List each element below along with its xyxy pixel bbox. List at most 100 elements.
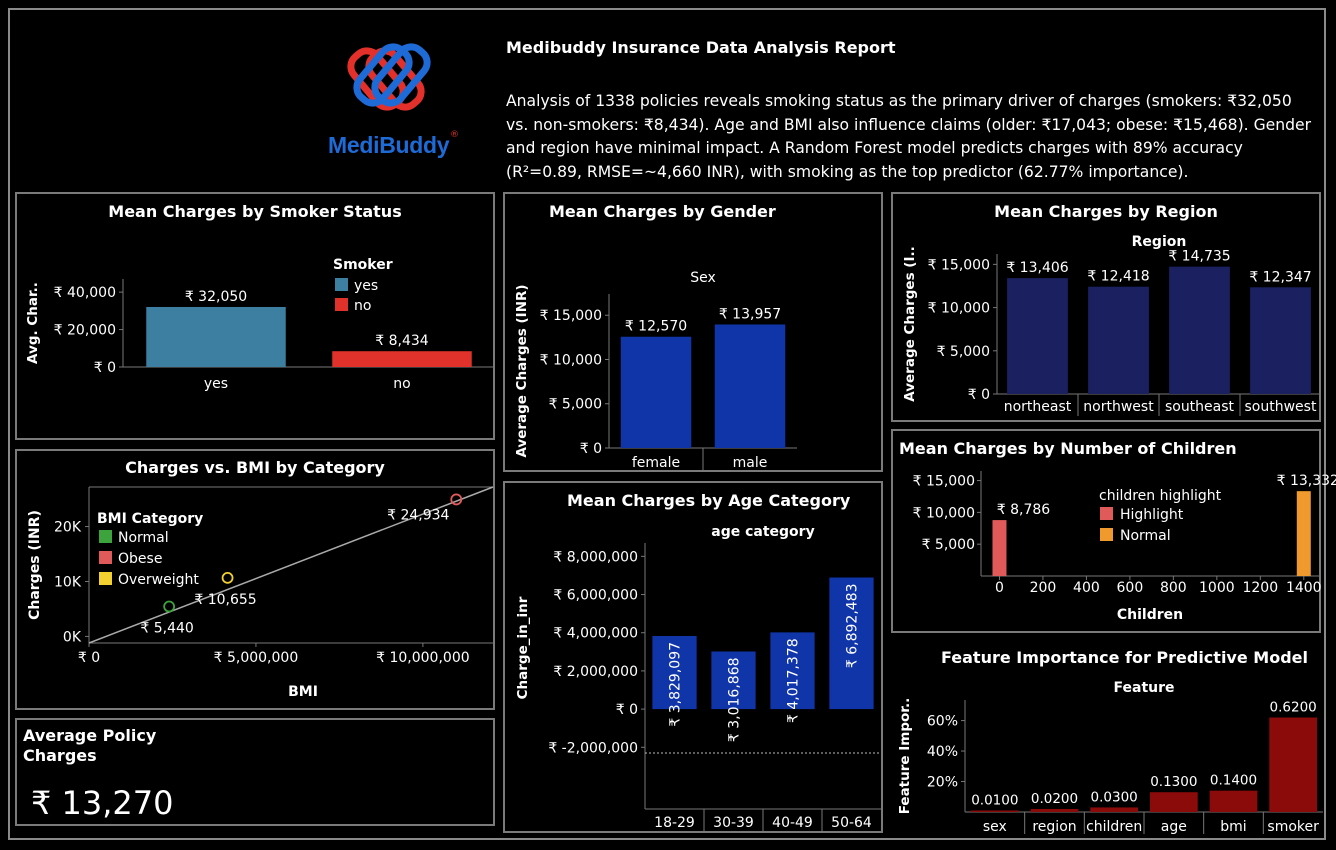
- x-tick-label: smoker: [1267, 819, 1319, 835]
- column-header: Sex: [690, 270, 716, 286]
- bar-sex: [970, 810, 1019, 812]
- legend-swatch-normal: [99, 530, 112, 543]
- legend-label: no: [354, 298, 371, 314]
- x-tick-label: 0: [995, 580, 1004, 596]
- data-label: 0.1300: [1150, 774, 1197, 790]
- bar-northeast: [1007, 278, 1068, 394]
- legend-label: yes: [354, 278, 378, 294]
- panel-gender: Mean Charges by Gender ₹ 0 ₹ 5,000 ₹ 10,00…: [503, 192, 883, 472]
- y-tick-label: ₹ 15,000: [913, 474, 975, 490]
- x-tick-label: ₹ 5,000,000: [214, 650, 299, 666]
- medibuddy-logo: MediBuddy ®: [322, 34, 462, 164]
- legend-title: BMI Category: [97, 511, 203, 527]
- panel-kpi: Average Policy Charges ₹ 13,270: [15, 718, 495, 826]
- y-tick-label: ₹ -2,000,000: [548, 740, 638, 756]
- legend-swatch-no: [335, 298, 348, 311]
- bar-male: [714, 324, 786, 448]
- x-tick-label: ₹ 0: [78, 650, 100, 666]
- x-tick-label: age: [1161, 819, 1187, 835]
- bar-female: [620, 336, 692, 448]
- y-tick-label: ₹ 5,000: [922, 537, 975, 553]
- column-header: age category: [711, 524, 814, 540]
- legend-swatch-highlight: [1100, 507, 1113, 520]
- column-header: Region: [1132, 234, 1187, 250]
- bar-children-1400: [1296, 491, 1311, 576]
- x-tick-label: ₹ 10,000,000: [376, 650, 470, 666]
- y-tick-label: 60%: [927, 714, 958, 730]
- column-header: Feature: [1114, 680, 1175, 696]
- legend-swatch-yes: [335, 278, 348, 291]
- y-tick-label: ₹ 5,000: [549, 397, 602, 413]
- x-tick-label: southwest: [1245, 399, 1317, 415]
- data-label: ₹ 3,829,097: [668, 642, 684, 727]
- data-label: 0.6200: [1270, 700, 1317, 716]
- x-tick-label: 600: [1117, 580, 1144, 596]
- y-tick-label: ₹ 0: [968, 387, 990, 403]
- kpi-value: ₹ 13,270: [31, 784, 174, 822]
- y-tick-label: 10K: [54, 574, 82, 590]
- legend-title: Smoker: [333, 257, 393, 273]
- x-tick-label: 40-49: [772, 815, 813, 831]
- bar-northwest: [1088, 286, 1149, 394]
- point-label: ₹ 10,655: [194, 592, 256, 608]
- y-tick-label: ₹ 6,000,000: [553, 588, 638, 604]
- data-label: ₹ 8,434: [375, 333, 429, 349]
- gender-chart: ₹ 0 ₹ 5,000 ₹ 10,000 ₹ 15,000 female ₹ 12,570…: [514, 270, 797, 471]
- kpi-title: Average Policy Charges: [23, 726, 157, 765]
- x-tick-label: children: [1086, 819, 1142, 835]
- x-tick-label: female: [632, 455, 680, 471]
- y-tick-label: 20%: [927, 775, 958, 791]
- legend-title: children highlight: [1099, 488, 1222, 504]
- legend-label: Obese: [118, 551, 162, 567]
- y-tick-label: ₹ 20,000: [54, 323, 116, 339]
- y-axis-title: Charges (INR): [27, 510, 43, 620]
- data-label: ₹ 4,017,378: [786, 638, 802, 723]
- panel-region: Mean Charges by Region ₹ 0 ₹ 5,000 ₹ 10,00…: [891, 192, 1321, 422]
- data-label: ₹ 8,786: [997, 502, 1051, 518]
- x-tick-label: 1200: [1242, 580, 1278, 596]
- y-axis-title: Avg. Char..: [25, 282, 41, 364]
- bar-age: [1149, 792, 1198, 812]
- data-label: ₹ 6,892,483: [845, 584, 861, 669]
- point-overweight: [221, 571, 234, 584]
- smoker-chart: ₹ 0 ₹ 20,000 ₹ 40,000 yes ₹ 32,050 no ₹ 8,434 A…: [25, 257, 495, 392]
- data-label: 0.1400: [1210, 773, 1257, 789]
- data-label: ₹ 3,016,868: [727, 657, 743, 742]
- y-axis-title: Average Charges (INR): [514, 284, 530, 457]
- x-tick-label: 1000: [1199, 580, 1235, 596]
- bar-region: [1030, 808, 1079, 812]
- point-label: ₹ 24,934: [387, 507, 449, 523]
- x-tick-label: 400: [1073, 580, 1100, 596]
- legend-swatch-overweight: [99, 572, 112, 585]
- panel-bmi: Charges vs. BMI by Category 0K 10K 20K ₹ 0 ₹…: [15, 449, 495, 710]
- x-tick-label: bmi: [1220, 819, 1246, 835]
- y-tick-label: ₹ 0: [580, 441, 602, 457]
- panel-age: Mean Charges by Age Category ₹ -2,000,00…: [503, 481, 883, 833]
- bar-no: [332, 351, 472, 367]
- data-label: 0.0300: [1091, 789, 1138, 805]
- legend-label: Normal: [1120, 528, 1171, 544]
- y-tick-label: 40%: [927, 744, 958, 760]
- y-tick-label: 0K: [63, 629, 82, 645]
- bar-smoker: [1269, 717, 1318, 812]
- data-label: ₹ 12,418: [1087, 269, 1149, 285]
- data-label: ₹ 13,406: [1006, 260, 1068, 276]
- bar-yes: [146, 306, 286, 367]
- legend-swatch-obese: [99, 551, 112, 564]
- y-axis-title: Feature Impor..: [897, 698, 913, 815]
- x-tick-label: yes: [204, 376, 228, 392]
- legend-swatch-normal: [1100, 528, 1113, 541]
- features-chart: 20% 40% 60% sex 0.0100 region 0.0200 children 0.…: [897, 680, 1323, 835]
- x-tick-label: northwest: [1083, 399, 1154, 415]
- x-tick-label: sex: [983, 819, 1007, 835]
- data-label: ₹ 12,570: [625, 319, 687, 335]
- y-tick-label: ₹ 15,000: [928, 257, 990, 273]
- x-tick-label: 30-39: [713, 815, 754, 831]
- x-tick-label: northeast: [1004, 399, 1072, 415]
- legend-label: Normal: [118, 530, 169, 546]
- point-label: ₹ 5,440: [140, 621, 193, 637]
- legend-label: Highlight: [1120, 507, 1184, 523]
- x-tick-label: 18-29: [654, 815, 695, 831]
- y-tick-label: ₹ 10,000: [928, 301, 990, 317]
- bar-southwest: [1250, 287, 1311, 394]
